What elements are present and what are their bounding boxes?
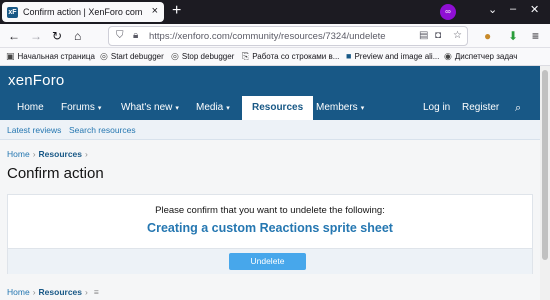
shield-icon[interactable]: ⛉ — [116, 30, 124, 41]
bookmarks-bar: ▣ Начальная страница ◎ Start debugger ◎ Sto… — [0, 48, 550, 66]
menu-icon[interactable]: ≡ — [532, 29, 539, 43]
chevron-down-icon: ▾ — [226, 105, 230, 112]
page-title: Confirm action — [7, 165, 104, 182]
nav-whats-new[interactable]: What's new ▾ — [121, 96, 179, 120]
nav-resources[interactable]: Resources — [242, 96, 314, 120]
forward-arrow-icon[interactable]: → — [30, 29, 42, 43]
xf-icon: ■ — [346, 51, 352, 61]
browser-toolbar: ← → ↻ ⌂ ⛉ 🔒︎ https://xenforo.com/communi… — [0, 24, 550, 48]
breadcrumb: Home › Resources › — [7, 149, 91, 159]
latest-reviews-link[interactable]: Latest reviews — [7, 125, 61, 135]
minimize-icon[interactable]: – — [510, 3, 516, 15]
undelete-button[interactable]: Undelete — [229, 253, 306, 270]
login-link[interactable]: Log in — [423, 96, 450, 120]
confirm-message: Please confirm that you want to undelete… — [155, 205, 385, 216]
chevron-right-icon: › — [32, 287, 36, 297]
browser-tab-active[interactable]: xF Confirm action | XenForo com × — [2, 2, 164, 22]
chevron-right-icon: › — [85, 149, 88, 159]
nav-members[interactable]: Members ▾ — [316, 96, 364, 120]
page-scrollbar[interactable] — [540, 66, 550, 300]
pocket-icon[interactable]: ◘ — [435, 30, 441, 41]
globe-icon: ◎ — [171, 51, 179, 61]
nav-media[interactable]: Media ▾ — [196, 96, 230, 120]
home-icon[interactable]: ⌂ — [74, 29, 81, 43]
nav-home[interactable]: Home — [17, 96, 44, 120]
breadcrumb-bottom: Home › Resources › ≡ — [7, 287, 102, 297]
scrollbar-thumb[interactable] — [542, 70, 548, 260]
page-icon: ▣ — [6, 51, 15, 61]
chevron-down-icon[interactable]: ⌄ — [488, 3, 497, 16]
new-tab-icon[interactable]: + — [172, 2, 181, 20]
site-header: xenForo — [0, 66, 540, 96]
bookmark-item[interactable]: ▣ Начальная страница — [6, 51, 95, 62]
chevron-right-icon: › — [32, 149, 36, 159]
github-icon: ◉ — [444, 51, 452, 61]
extension-dog-icon[interactable]: ● — [484, 29, 491, 43]
browser-tab-strip: xF Confirm action | XenForo com × + ∞ ⌄ … — [0, 0, 550, 24]
sub-navigation: Latest reviews Search resources — [0, 120, 540, 140]
search-resources-link[interactable]: Search resources — [69, 125, 136, 135]
bookmark-item[interactable]: ◉ Диспетчер задач — [444, 51, 517, 62]
chevron-down-icon: ▾ — [97, 105, 102, 112]
reader-view-icon[interactable]: ▤ — [419, 30, 428, 41]
lock-icon[interactable]: 🔒︎ — [133, 30, 138, 41]
bookmark-item[interactable]: ■ Preview and image ali... — [346, 51, 439, 61]
tab-close-icon[interactable]: × — [152, 5, 158, 17]
breadcrumb-resources[interactable]: Resources — [39, 287, 82, 297]
chevron-right-icon: › — [85, 287, 88, 297]
globe-icon: ◎ — [100, 51, 108, 61]
register-link[interactable]: Register — [462, 96, 499, 120]
address-bar[interactable]: ⛉ 🔒︎ https://xenforo.com/community/resou… — [108, 26, 468, 46]
breadcrumb-resources[interactable]: Resources — [39, 149, 82, 159]
menu-icon[interactable]: ≡ — [94, 287, 99, 297]
bookmark-item[interactable]: ◎ Start debugger — [100, 51, 164, 62]
resource-title-link[interactable]: Creating a custom Reactions sprite sheet — [8, 221, 532, 235]
form-footer: Undelete — [8, 248, 532, 274]
site-logo[interactable]: xenForo — [8, 72, 64, 89]
close-window-icon[interactable]: ✕ — [530, 3, 539, 16]
bookmark-star-icon[interactable]: ☆ — [453, 30, 462, 41]
nav-forums[interactable]: Forums ▾ — [61, 96, 101, 120]
page-viewport: xenForo Home Forums ▾ What's new ▾ Media ▾ … — [0, 66, 540, 300]
back-arrow-icon[interactable]: ← — [8, 29, 20, 43]
private-mask-icon[interactable]: ∞ — [440, 4, 456, 20]
tab-title: Confirm action | XenForo com — [23, 7, 143, 17]
bookmark-icon: ⎘ — [242, 51, 250, 61]
bookmark-item[interactable]: ⎘ Работа со строками в... — [242, 51, 339, 62]
reload-icon[interactable]: ↻ — [52, 29, 62, 43]
breadcrumb-home[interactable]: Home — [7, 149, 30, 159]
breadcrumb-home[interactable]: Home — [7, 287, 30, 297]
bookmark-item[interactable]: ◎ Stop debugger — [171, 51, 234, 62]
chevron-down-icon: ▾ — [360, 105, 365, 112]
main-navigation: Home Forums ▾ What's new ▾ Media ▾ Resource… — [0, 96, 540, 120]
xenforo-favicon-icon: xF — [7, 6, 18, 18]
chevron-down-icon: ▾ — [175, 105, 179, 112]
url-text[interactable]: https://xenforo.com/community/resources/… — [149, 31, 386, 42]
search-icon[interactable]: ⌕ — [515, 96, 521, 120]
confirm-block: Please confirm that you want to undelete… — [7, 194, 533, 274]
download-icon[interactable]: ⬇ — [508, 29, 518, 43]
